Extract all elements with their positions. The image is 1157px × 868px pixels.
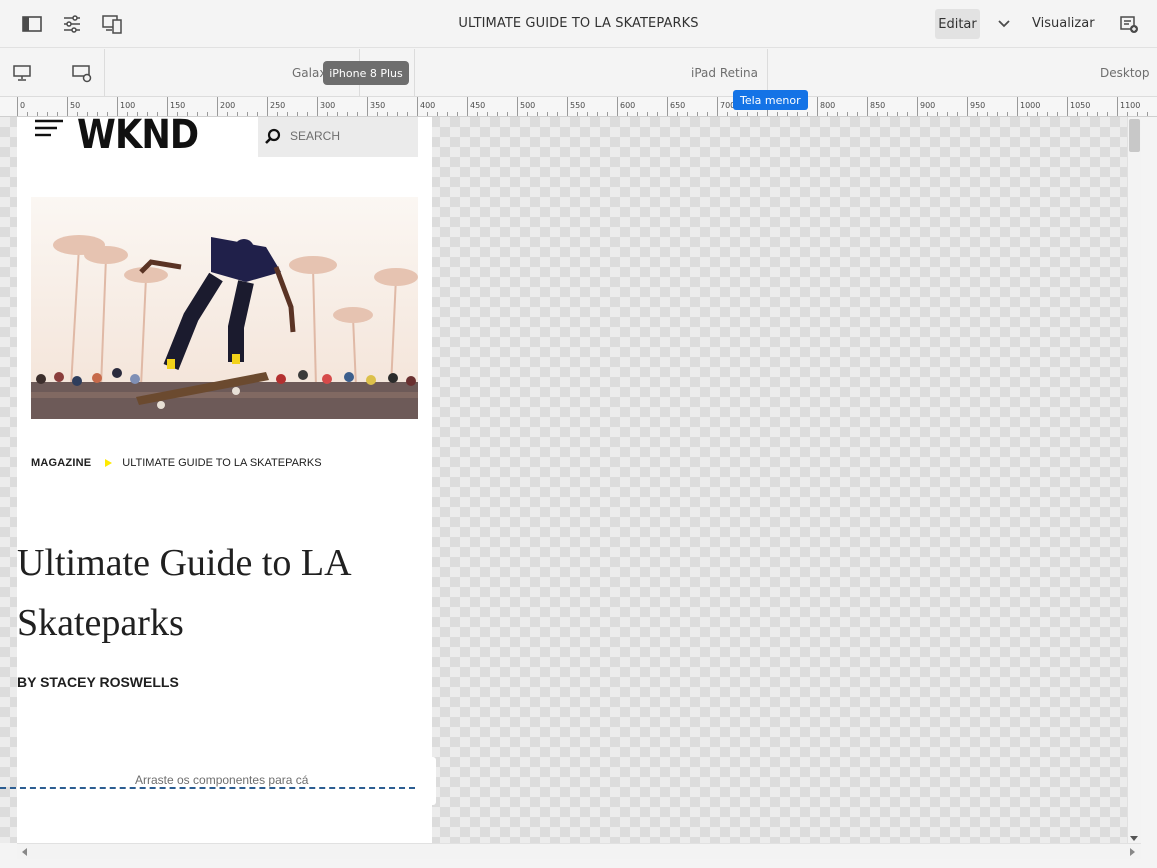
ruler-label: 850	[870, 101, 886, 110]
hamburger-menu-icon[interactable]	[35, 119, 63, 137]
ruler-label: 100	[120, 101, 136, 110]
search-placeholder: SEARCH	[290, 129, 341, 143]
scroll-left-arrow-icon[interactable]	[22, 848, 27, 856]
ruler-label: 0	[20, 101, 26, 110]
ruler-label: 400	[420, 101, 436, 110]
emulator-bar: Galax iPhone 8 Plus iPad Retina Desktop	[0, 49, 1157, 97]
ruler-label: 1050	[1070, 101, 1091, 110]
device-galaxy[interactable]: Galax	[292, 66, 326, 80]
page-frame: WKND SEARCH MAGAZINE ULTIMATE GUIDE TO L…	[17, 117, 432, 843]
search-icon	[264, 128, 282, 146]
emulator-separator	[104, 49, 105, 97]
vertical-scrollbar[interactable]	[1127, 117, 1141, 843]
rotate-device-icon[interactable]	[70, 61, 94, 85]
ruler-label: 800	[820, 101, 836, 110]
ruler-label: 900	[920, 101, 936, 110]
ruler-label: 450	[470, 101, 486, 110]
emulator-separator	[414, 49, 415, 97]
preview-button[interactable]: Visualizar	[1032, 16, 1095, 31]
breakpoint-marker[interactable]: Tela menor	[733, 90, 808, 110]
ruler[interactable]: 0 50 100 150 200 250 300 350 400 450 500 550 600 650 7…	[0, 97, 1157, 117]
wknd-logo[interactable]: WKND	[77, 117, 199, 155]
scroll-right-arrow-icon[interactable]	[1130, 848, 1135, 856]
page-title: ULTIMATE GUIDE TO LA SKATEPARKS	[458, 16, 699, 31]
ruler-label: 50	[70, 101, 81, 110]
ruler-label: 500	[520, 101, 536, 110]
page-info-icon[interactable]	[1117, 12, 1141, 36]
ruler-label: 300	[320, 101, 336, 110]
drop-zone-handle[interactable]	[432, 757, 436, 805]
ruler-label: 550	[570, 101, 586, 110]
ruler-label: 200	[220, 101, 236, 110]
horizontal-scrollbar[interactable]	[17, 843, 1141, 859]
ruler-label: 950	[970, 101, 986, 110]
editor-canvas: WKND SEARCH MAGAZINE ULTIMATE GUIDE TO L…	[0, 117, 1127, 843]
device-tooltip-iphone[interactable]: iPhone 8 Plus	[323, 61, 409, 85]
drop-zone-placeholder[interactable]: Arraste os componentes para cá	[135, 773, 308, 787]
breadcrumb-item-magazine[interactable]: MAGAZINE	[31, 457, 91, 469]
article-byline: BY STACEY ROSWELLS	[17, 674, 179, 690]
scroll-down-arrow-icon[interactable]	[1130, 836, 1138, 841]
article-title: Ultimate Guide to LA Skateparks	[17, 542, 350, 644]
edit-mode-button[interactable]: Editar	[935, 9, 980, 39]
desktop-monitor-icon[interactable]	[10, 61, 34, 85]
mode-chevron-icon[interactable]	[994, 14, 1014, 34]
scrollbar-thumb[interactable]	[1129, 119, 1140, 152]
breadcrumb-item-current: ULTIMATE GUIDE TO LA SKATEPARKS	[122, 457, 322, 469]
ruler-label: 250	[270, 101, 286, 110]
skateboarder-photo	[31, 197, 418, 419]
ruler-label: 1100	[1120, 101, 1141, 110]
ruler-label: 1000	[1020, 101, 1041, 110]
breadcrumb-arrow-icon	[105, 459, 113, 467]
ruler-label: 150	[170, 101, 186, 110]
ruler-label: 600	[620, 101, 636, 110]
drop-zone-line	[0, 787, 415, 789]
device-ipad-retina[interactable]: iPad Retina	[691, 66, 758, 80]
search-box[interactable]: SEARCH	[258, 117, 418, 157]
ruler-label: 350	[370, 101, 386, 110]
device-desktop[interactable]: Desktop	[1100, 66, 1150, 80]
breadcrumb: MAGAZINE ULTIMATE GUIDE TO LA SKATEPARKS	[31, 457, 322, 469]
bottom-strip	[0, 859, 1157, 868]
hero-image[interactable]	[31, 197, 418, 419]
top-toolbar: ULTIMATE GUIDE TO LA SKATEPARKS Editar V…	[0, 0, 1157, 48]
ruler-label: 650	[670, 101, 686, 110]
